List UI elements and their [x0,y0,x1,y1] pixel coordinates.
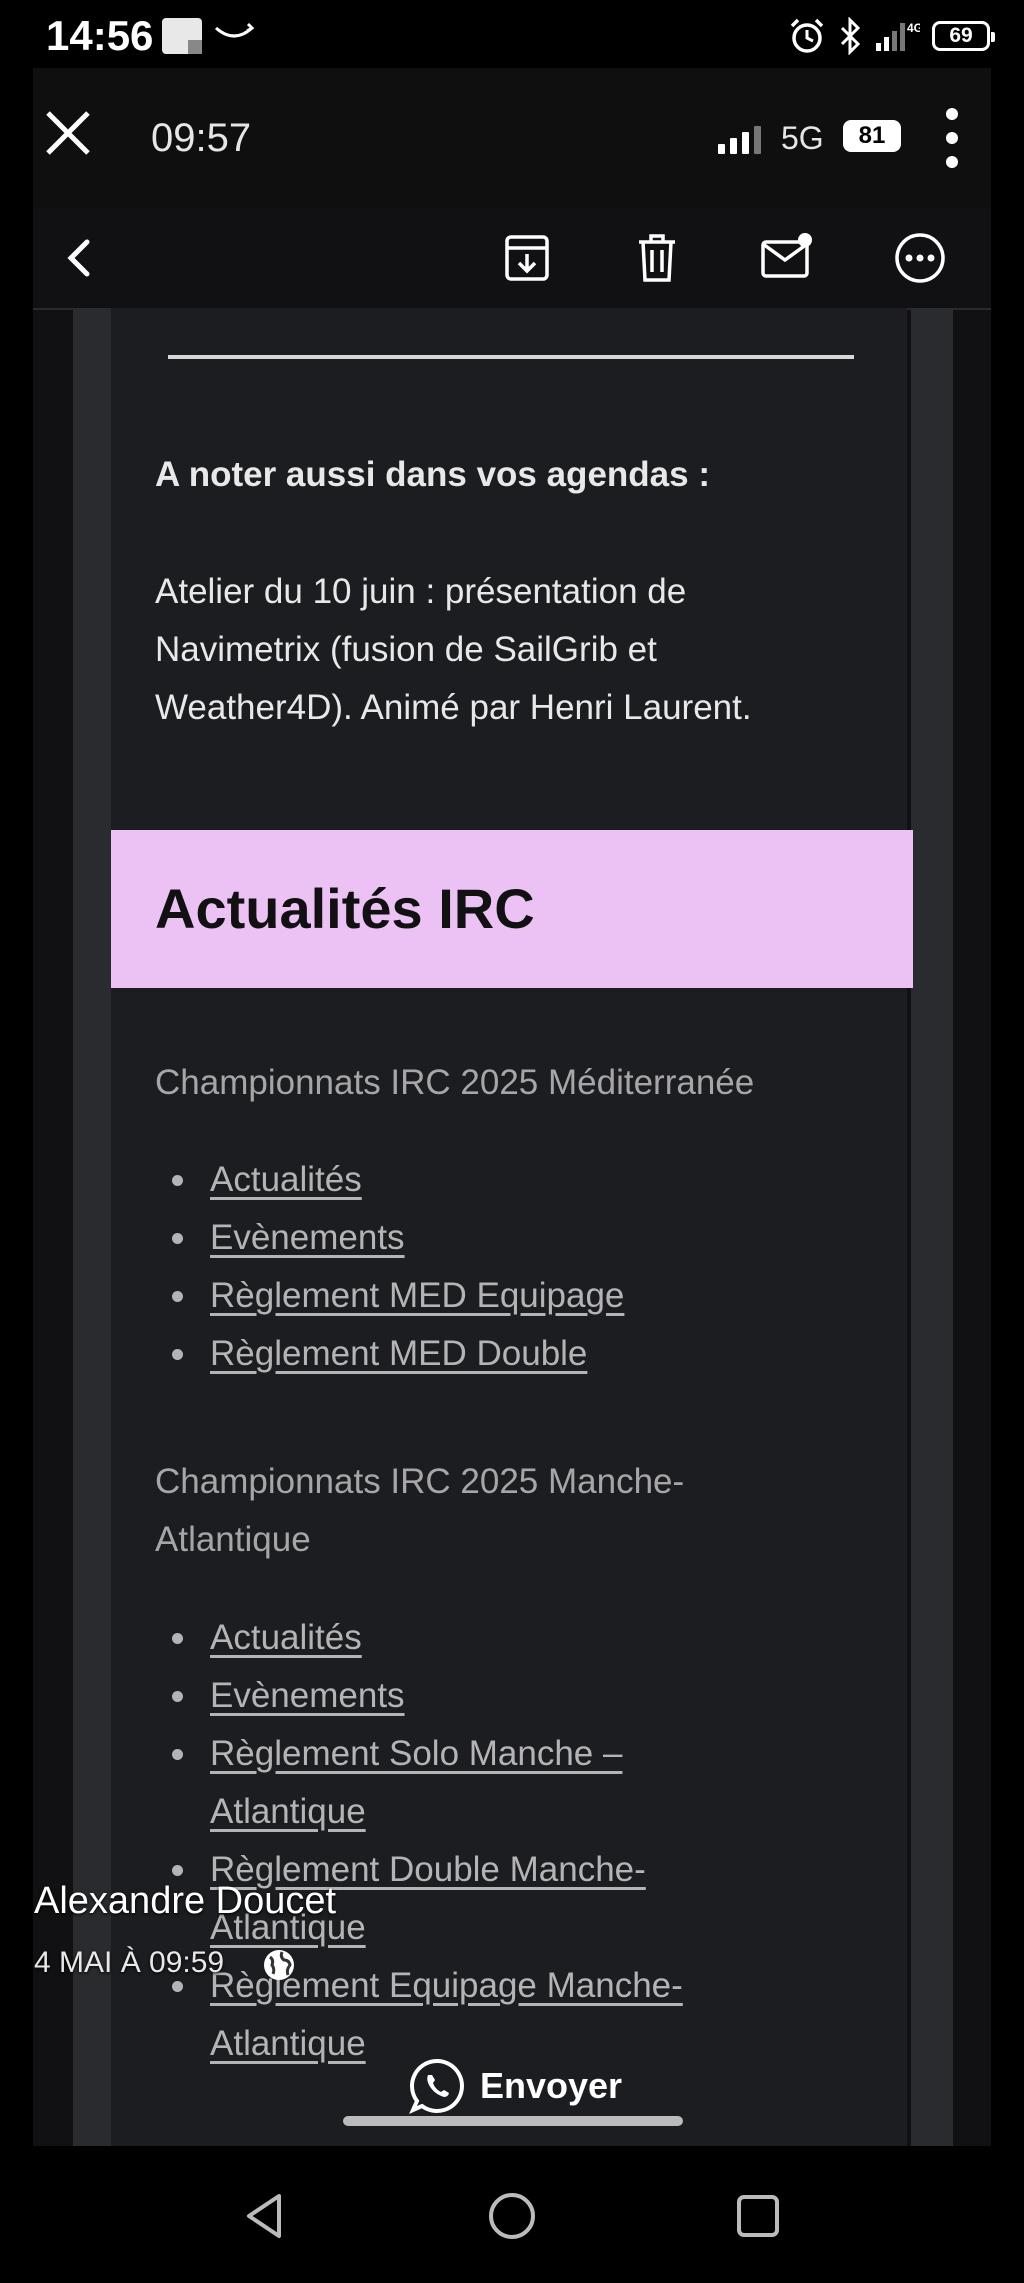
email-left-gutter [73,308,115,2146]
inner-network: 5G [781,120,824,156]
battery-icon: 69 [932,21,995,51]
mail-unread-icon[interactable] [757,230,815,286]
android-nav-bar [0,2146,1024,2283]
note-icon [162,18,202,54]
inner-signal-icon [718,124,761,154]
med-link-evenements[interactable]: Evènements [172,1209,870,1267]
archive-icon[interactable] [498,230,556,286]
med-link-actualites[interactable]: Actualités [172,1151,870,1209]
agenda-heading: A noter aussi dans vos agendas : [155,455,710,494]
more-icon[interactable] [891,230,949,286]
inner-status-bar: 09:57 5G 81 [33,68,991,208]
alarm-icon [790,18,824,53]
inner-battery-level: 81 [858,122,886,149]
irc-news-title: Actualités IRC [155,877,535,940]
section-med-links: Actualités Evènements Règlement MED Equi… [172,1151,870,1383]
whatsapp-icon [409,2058,464,2114]
manche-link-solo-line-1: Règlement Solo Manche – [210,1734,623,1773]
device-status-icons: 4G 69 [788,14,995,58]
device-time: 14:56 [46,12,154,59]
section-med-title: Championnats IRC 2025 Méditerranée [155,1063,755,1102]
manche-link-actualites[interactable]: Actualités [172,1609,870,1667]
send-button[interactable]: Envoyer [408,2055,622,2117]
manche-link-equipage-line-2: Atlantique [210,2024,366,2063]
smile-icon [215,22,255,38]
device-status-bar: 14:56 4G 69 [0,0,1024,70]
med-link-reglement-double[interactable]: Règlement MED Double [172,1325,870,1383]
email-toolbar [33,208,991,310]
email-right-gutter [911,308,953,2146]
inner-battery-icon: 81 [843,120,901,152]
signal-icon: 4G [876,21,920,51]
more-options-icon[interactable] [945,108,959,168]
close-icon[interactable] [43,108,93,158]
network-label: 4G [907,21,920,35]
gesture-bar [343,2116,683,2126]
nav-back-icon[interactable] [235,2186,295,2246]
section-manche-title-1: Championnats IRC 2025 Manche- [155,1462,685,1501]
agenda-line-1: Atelier du 10 juin : présentation de [155,572,687,611]
divider-line [168,355,854,359]
globe-icon [264,1950,294,1980]
section-manche-title-2: Atlantique [155,1520,311,1559]
bluetooth-icon [840,17,861,55]
back-icon[interactable] [51,230,109,286]
battery-level: 69 [949,24,973,47]
inner-time: 09:57 [151,116,252,160]
author-name[interactable]: Alexandre Doucet [34,1880,336,1923]
med-link-reglement-equipage[interactable]: Règlement MED Equipage [172,1267,870,1325]
nav-home-icon[interactable] [482,2186,542,2246]
post-date: 4 MAI À 09:59 [34,1946,225,1979]
nav-recents-icon[interactable] [728,2186,788,2246]
irc-news-banner: Actualités IRC [111,830,913,988]
agenda-line-3: Weather4D). Animé par Henri Laurent. [155,688,752,727]
trash-icon[interactable] [628,230,686,286]
manche-link-solo-line-2: Atlantique [210,1792,366,1831]
send-label: Envoyer [480,2065,623,2106]
agenda-line-2: Navimetrix (fusion de SailGrib et [155,630,657,669]
section-manche-links: Actualités Evènements Règlement Solo Man… [172,1609,870,2073]
manche-link-reglement-solo[interactable]: Règlement Solo Manche – Atlantique [172,1725,870,1841]
manche-link-evenements[interactable]: Evènements [172,1667,870,1725]
